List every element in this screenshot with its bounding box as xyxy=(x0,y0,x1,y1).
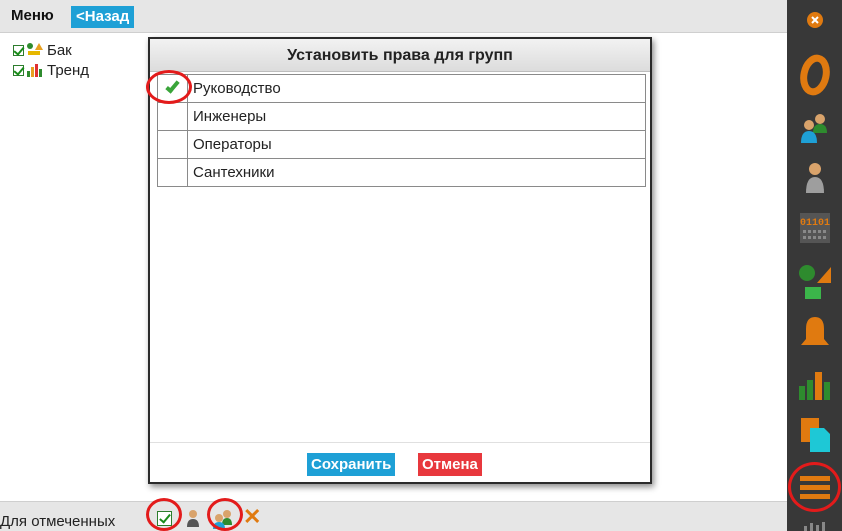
documents-icon[interactable] xyxy=(787,414,842,456)
dialog-footer: Сохранить Отмена xyxy=(150,442,650,482)
cancel-button[interactable]: Отмена xyxy=(418,453,482,476)
right-toolbar: 01101 xyxy=(787,0,842,531)
shapes-icon[interactable] xyxy=(787,262,842,304)
bottom-bar: Для отмеченных ✕ xyxy=(0,501,787,531)
tree-item-checkbox[interactable] xyxy=(13,44,24,56)
group-permissions-dialog: Установить права для групп Руководство И… xyxy=(148,37,652,484)
group-name: Операторы xyxy=(187,130,646,159)
group-checkbox[interactable] xyxy=(157,102,188,131)
bar-chart-icon[interactable] xyxy=(787,365,842,403)
close-icon[interactable] xyxy=(787,8,842,32)
table-row[interactable]: Руководство xyxy=(157,74,646,103)
save-button[interactable]: Сохранить xyxy=(307,453,396,476)
user-icon[interactable] xyxy=(787,156,842,198)
menu-title: Меню xyxy=(11,7,54,24)
object-tree: Бак Тренд xyxy=(13,40,89,80)
o-logo-icon[interactable] xyxy=(787,52,842,98)
tank-icon xyxy=(27,43,43,57)
bell-icon[interactable] xyxy=(787,312,842,352)
highlight-ring xyxy=(207,498,243,531)
highlight-ring xyxy=(146,498,182,531)
user-icon[interactable] xyxy=(185,508,201,528)
dialog-title: Установить права для групп xyxy=(150,39,650,72)
group-name: Руководство xyxy=(187,74,646,103)
svg-text:01101: 01101 xyxy=(799,218,829,229)
table-row[interactable]: Операторы xyxy=(157,130,646,159)
delete-icon[interactable]: ✕ xyxy=(243,504,261,530)
table-row[interactable]: Инженеры xyxy=(157,102,646,131)
more-icon[interactable] xyxy=(787,520,842,531)
table-row[interactable]: Сантехники xyxy=(157,158,646,187)
groups-table: Руководство Инженеры Операторы Сантехник… xyxy=(157,74,646,187)
tree-item-label: Тренд xyxy=(47,61,90,79)
group-checkbox[interactable] xyxy=(157,158,188,187)
group-name: Сантехники xyxy=(187,158,646,187)
trend-chart-icon xyxy=(27,63,43,77)
group-checkbox[interactable] xyxy=(157,130,188,159)
highlight-ring xyxy=(146,70,192,104)
group-name: Инженеры xyxy=(187,102,646,131)
tree-item-trend[interactable]: Тренд xyxy=(13,60,89,80)
tree-item-label: Бак xyxy=(47,41,72,59)
tree-item-tank[interactable]: Бак xyxy=(13,40,89,60)
tree-item-checkbox[interactable] xyxy=(13,64,24,76)
top-bar: Меню <Назад xyxy=(0,0,787,33)
binary-display-icon[interactable]: 01101 xyxy=(787,208,842,248)
for-selected-label: Для отмеченных xyxy=(0,513,116,530)
back-button[interactable]: <Назад xyxy=(71,6,135,28)
highlight-ring xyxy=(788,462,841,512)
groups-icon[interactable] xyxy=(787,106,842,150)
